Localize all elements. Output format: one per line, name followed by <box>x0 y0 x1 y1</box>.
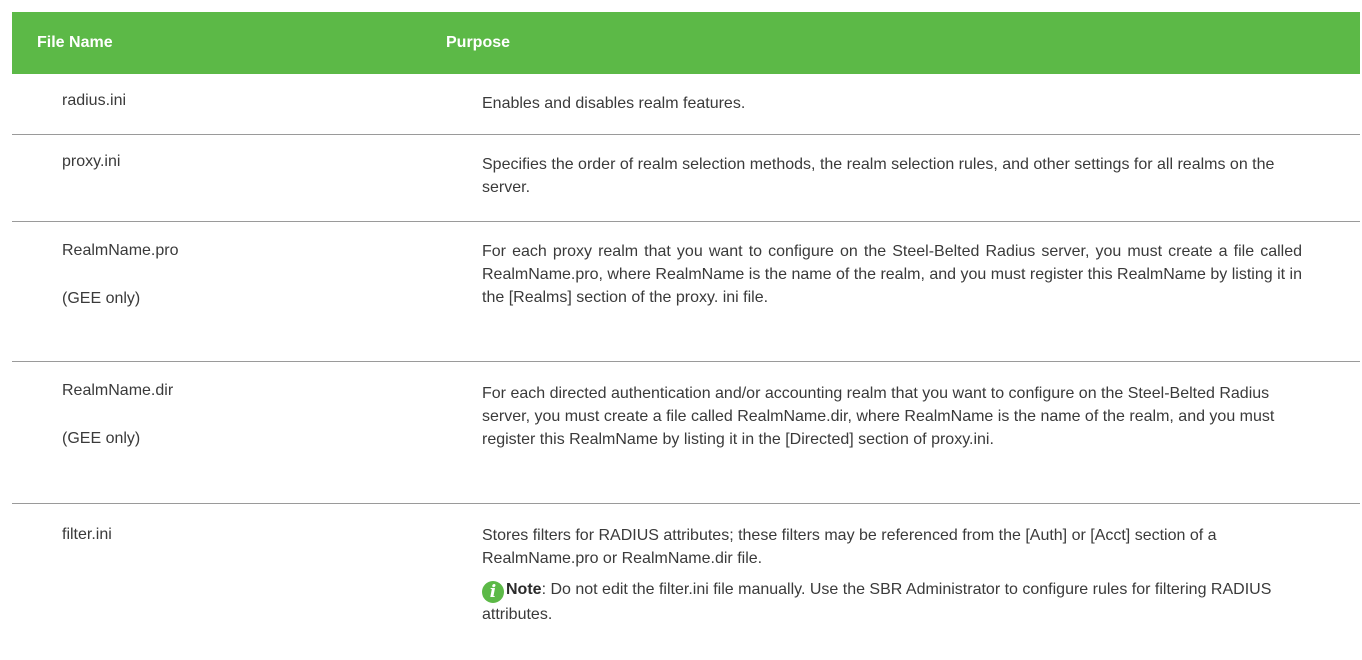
file-name: proxy.ini <box>62 153 121 170</box>
file-name: RealmName.pro <box>62 242 179 259</box>
table-row: RealmName.dir (GEE only) For each direct… <box>12 362 1360 504</box>
note-label: Note <box>506 581 542 598</box>
note-callout: i Note: Do not edit the filter.ini file m… <box>482 578 1292 626</box>
note-text: : Do not edit the filter.ini file manual… <box>482 581 1272 623</box>
file-name: radius.ini <box>62 92 127 109</box>
files-table: File Name Purpose radius.ini Enables and… <box>12 12 1360 654</box>
file-purpose-cell: Stores filters for RADIUS attributes; th… <box>482 524 1292 626</box>
table-row: radius.ini Enables and disables realm fe… <box>12 74 1360 135</box>
file-note: (GEE only) <box>62 430 141 447</box>
file-purpose: For each directed authentication and/or … <box>482 385 1275 448</box>
header-file-name: File Name <box>37 34 113 51</box>
table-row: proxy.ini Specifies the order of realm s… <box>12 135 1360 222</box>
info-icon: i <box>482 581 504 603</box>
file-name: RealmName.dir <box>62 382 174 399</box>
file-purpose: Specifies the order of realm selection m… <box>482 156 1275 196</box>
file-name-cell: RealmName.dir (GEE only) <box>62 382 173 448</box>
file-name: filter.ini <box>62 526 112 543</box>
header-purpose: Purpose <box>446 34 511 51</box>
file-note: (GEE only) <box>62 290 141 307</box>
table-header: File Name Purpose <box>12 12 1360 74</box>
file-name-cell: RealmName.pro (GEE only) <box>62 242 178 308</box>
file-purpose: For each proxy realm that you want to co… <box>482 243 1302 306</box>
file-purpose: Enables and disables realm features. <box>482 95 746 112</box>
file-purpose: Stores filters for RADIUS attributes; th… <box>482 527 1217 567</box>
table-row: RealmName.pro (GEE only) For each proxy … <box>12 222 1360 362</box>
table-row: filter.ini Stores filters for RADIUS att… <box>12 504 1360 654</box>
